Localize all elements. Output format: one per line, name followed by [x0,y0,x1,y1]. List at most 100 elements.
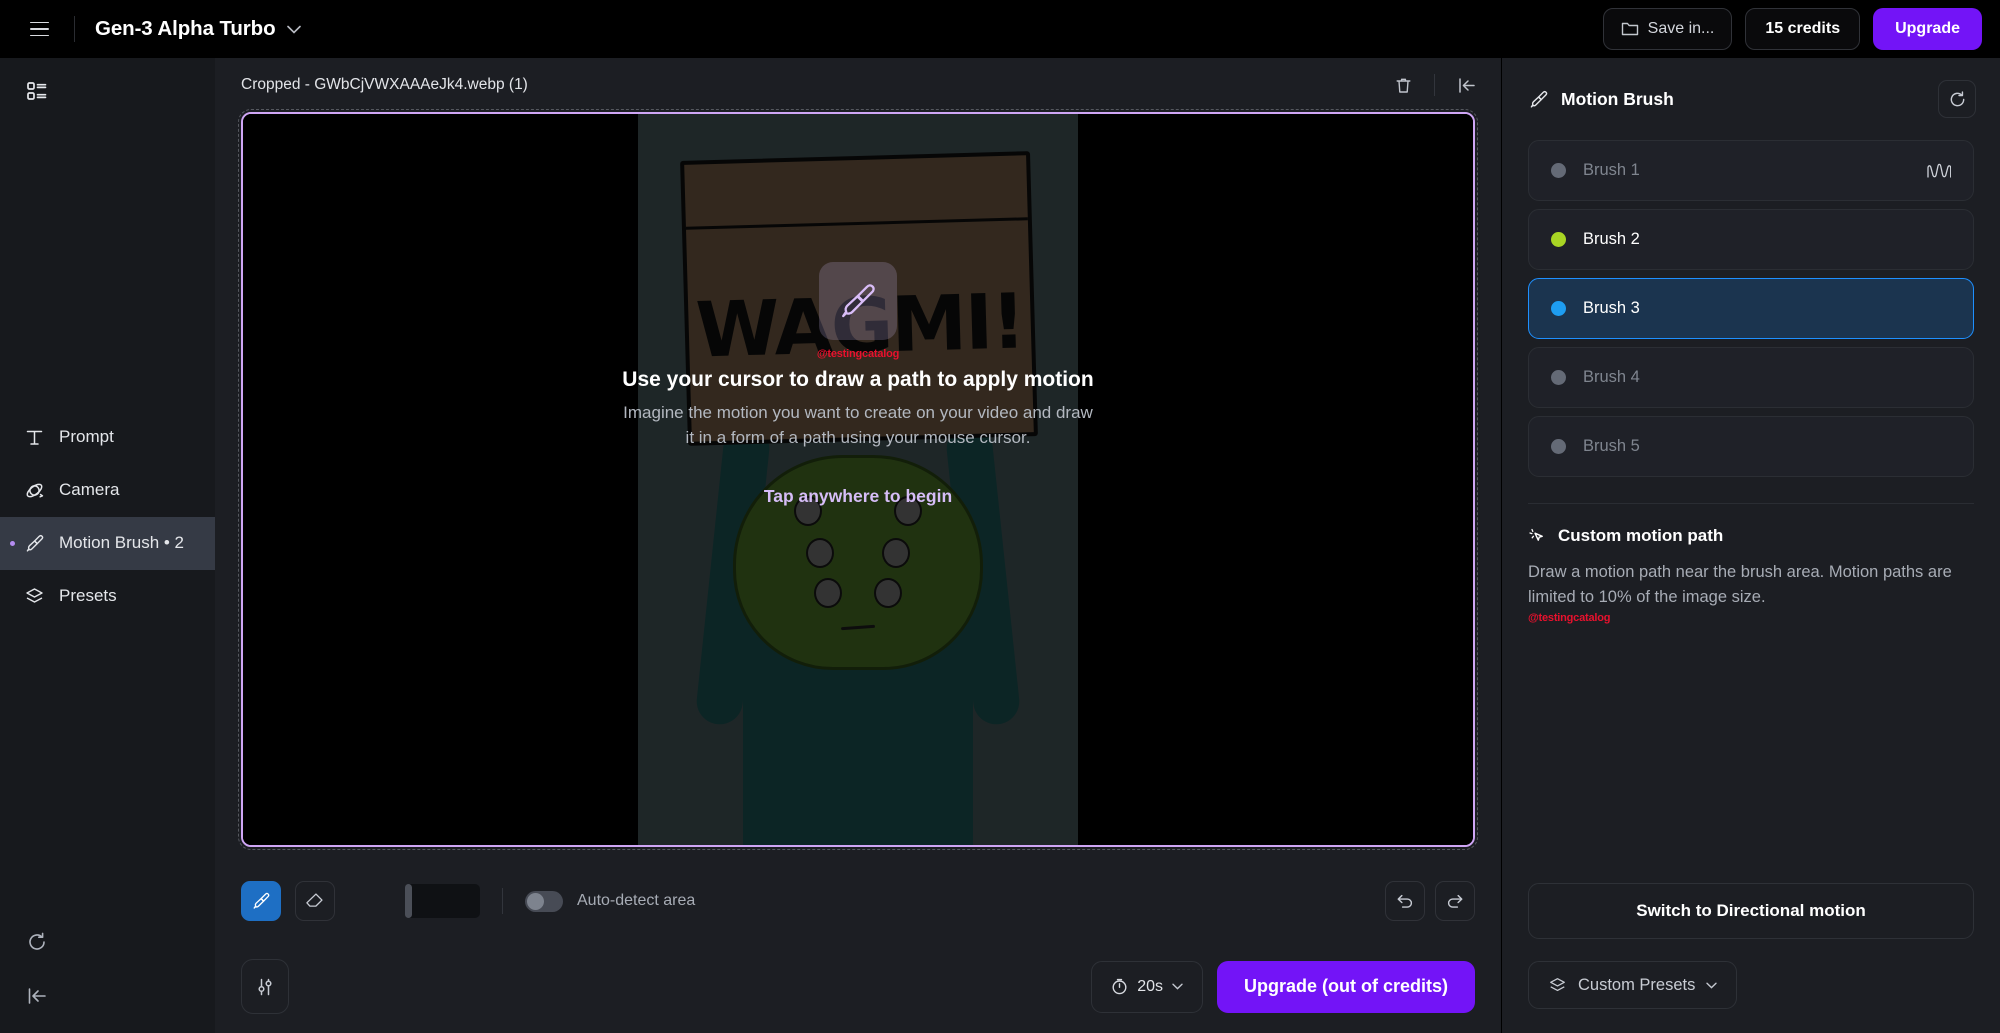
brush-item-4[interactable]: Brush 4 [1528,347,1974,408]
sidebar-item-label: Camera [59,480,120,499]
brush-item-5[interactable]: Brush 5 [1528,416,1974,477]
chevron-down-icon [1172,983,1183,990]
right-panel-header: Motion Brush [1502,58,2000,118]
auto-detect-toggle[interactable] [525,890,563,912]
text-t-icon [24,427,45,448]
folder-icon [1621,21,1639,37]
right-panel-title: Motion Brush [1561,88,1674,109]
brush-color-swatch [1551,370,1566,385]
generate-button[interactable]: Upgrade (out of credits) [1216,960,1475,1013]
sidebar-item-motion-brush[interactable]: Motion Brush • 2 [0,516,215,570]
duration-selector[interactable]: 20s [1091,960,1203,1013]
top-bar: Gen-3 Alpha Turbo Save in... 15 credits … [0,0,2000,58]
chevron-down-icon [1706,982,1718,989]
list-view-icon[interactable] [24,78,50,104]
switch-to-directional-motion-button[interactable]: Switch to Directional motion [1528,883,1974,939]
paint-brush-icon [1528,89,1549,110]
brush-label: Brush 5 [1583,437,1640,455]
main-body: Prompt Camera Motion Brush • 2 Presets C… [0,58,2000,1033]
sidebar-bottom-actions [0,929,215,1033]
save-in-label: Save in... [1647,20,1715,37]
sidebar-item-prompt[interactable]: Prompt [0,411,215,464]
bottom-bar-actions: 20s Upgrade (out of credits) [1091,960,1475,1013]
overlay-tap-label: Tap anywhere to begin [763,486,953,507]
brush-color-swatch [1551,439,1566,454]
history-reset-icon[interactable] [24,929,50,955]
canvas-header: Cropped - GWbCjVWXAAAeJk4.webp (1) [215,58,1501,112]
custom-motion-path-description: Draw a motion path near the brush area. … [1528,563,1952,607]
canvas-instruction-overlay[interactable]: @testingcatalog Use your cursor to draw … [243,114,1473,845]
sidebar-nav: Prompt Camera Motion Brush • 2 Presets [0,411,215,623]
timer-icon [1111,978,1128,995]
canvas-header-actions [1386,68,1483,102]
overlay-title: Use your cursor to draw a path to apply … [622,367,1094,391]
brush-item-3[interactable]: Brush 3 [1528,278,1974,339]
camera-orbit-icon [24,480,45,501]
brush-color-swatch [1551,163,1566,178]
center-workspace: Cropped - GWbCjVWXAAAeJk4.webp (1) WAGMI… [215,58,1501,1033]
collapse-panel-icon[interactable] [1449,68,1483,102]
chevron-down-icon[interactable] [286,25,301,34]
credits-button[interactable]: 15 credits [1745,8,1861,50]
sidebar-item-presets[interactable]: Presets [0,570,215,623]
auto-detect-label: Auto-detect area [577,892,696,909]
custom-motion-path-header: Custom motion path [1528,526,1974,546]
toggle-knob [527,892,544,910]
sidebar-item-label: Motion Brush • 2 [59,533,185,552]
right-panel-footer: Switch to Directional motion Custom Pres… [1502,883,2000,1033]
waveform-icon[interactable] [1927,163,1951,179]
brush-size-slider[interactable] [405,884,480,918]
eraser-tool-button[interactable] [295,881,335,921]
overlay-subtitle: Imagine the motion you want to create on… [623,402,1093,447]
slider-track[interactable] [405,884,480,918]
sidebar-item-label: Prompt [59,427,114,446]
upgrade-button[interactable]: Upgrade [1873,8,1982,50]
file-name-label: Cropped - GWbCjVWXAAAeJk4.webp (1) [241,76,528,93]
video-canvas[interactable]: WAGMI! @testingcatalog Use your cursor t… [238,109,1478,850]
bottom-bar: 20s Upgrade (out of credits) [215,940,1501,1033]
trash-icon[interactable] [1386,68,1420,102]
model-name[interactable]: Gen-3 Alpha Turbo [95,17,276,41]
watermark-right-panel: @testingcatalog [1528,612,1611,625]
brush-label: Brush 1 [1583,161,1640,179]
canvas-toolbar: Auto-detect area [215,862,1501,940]
brush-label: Brush 2 [1583,230,1640,248]
brush-color-swatch [1551,232,1566,247]
custom-presets-button[interactable]: Custom Presets [1528,961,1738,1009]
save-in-button[interactable]: Save in... [1602,8,1733,50]
reset-circular-arrow-icon[interactable] [1938,80,1976,118]
right-panel: Motion Brush Brush 1 Brush 2 Brush 3 Bru… [1501,58,2000,1033]
sidebar-item-camera[interactable]: Camera [0,464,215,517]
sidebar-item-label: Presets [59,586,117,605]
sidebar-spacer-bottom [0,623,215,930]
cursor-sparkle-icon [1528,527,1547,546]
custom-presets-label: Custom Presets [1578,975,1696,994]
redo-button[interactable] [1435,881,1475,921]
toolbar-history-actions [1385,881,1475,921]
right-panel-spacer [1502,624,2000,883]
sidebar-top [0,58,215,104]
collapse-left-icon[interactable] [24,983,50,1009]
topbar-actions: Save in... 15 credits Upgrade [1602,8,1982,50]
duration-label: 20s [1137,977,1163,995]
active-dot [10,540,15,546]
brush-list: Brush 1 Brush 2 Brush 3 Brush 4 Brush 5 [1502,118,2000,477]
paint-brush-icon [24,533,45,554]
layers-icon [1548,976,1567,995]
layers-icon [24,586,45,607]
toolbar-separator [502,888,503,914]
top-divider [74,16,75,42]
slider-handle[interactable] [405,884,412,918]
undo-button[interactable] [1385,881,1425,921]
custom-motion-path-section: Custom motion path Draw a motion path ne… [1502,504,2000,624]
canvas-area: WAGMI! @testingcatalog Use your cursor t… [215,109,1501,862]
brush-item-2[interactable]: Brush 2 [1528,209,1974,270]
hamburger-menu-icon[interactable] [22,12,56,46]
brush-tool-button[interactable] [241,881,281,921]
app-root: Gen-3 Alpha Turbo Save in... 15 credits … [0,0,2000,1033]
settings-sliders-icon[interactable] [241,959,289,1014]
brush-color-swatch [1551,301,1566,316]
brush-label: Brush 3 [1583,299,1640,317]
brush-item-1[interactable]: Brush 1 [1528,140,1974,201]
custom-motion-path-title: Custom motion path [1558,526,1724,545]
